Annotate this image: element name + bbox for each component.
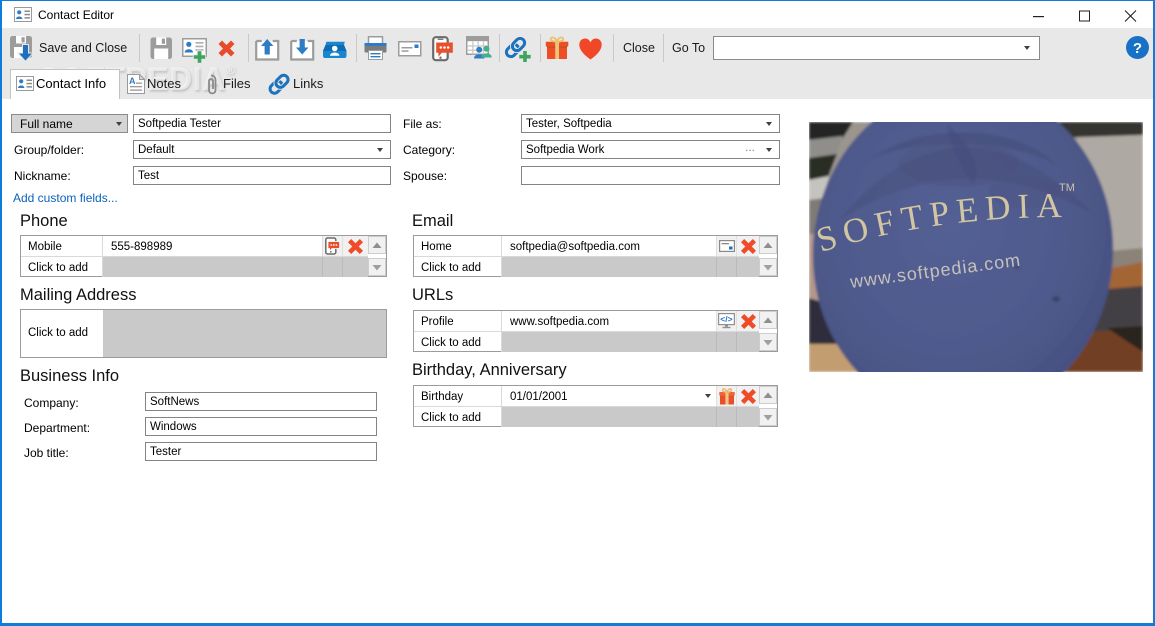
svg-text:</>: </>	[720, 314, 732, 324]
svg-text:?: ?	[1133, 40, 1142, 57]
svg-text:A: A	[129, 76, 136, 86]
